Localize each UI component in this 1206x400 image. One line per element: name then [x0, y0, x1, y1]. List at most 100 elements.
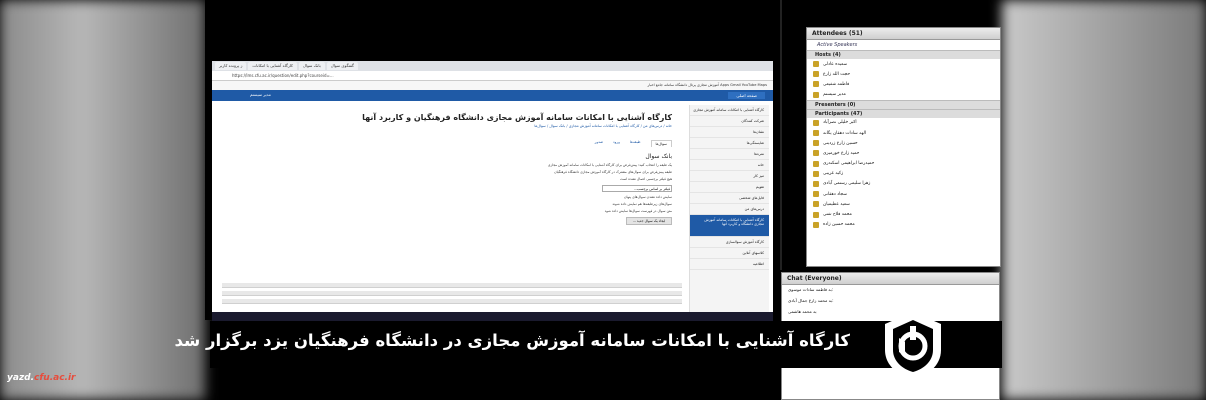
option-show-subcategories[interactable]: سوال‌های زیرطبقه‌ها هم نمایش داده شوند [220, 202, 672, 206]
user-icon [813, 140, 819, 147]
user-icon [813, 221, 819, 228]
user-icon [813, 201, 819, 208]
active-speakers-label: Active Speakers [817, 42, 858, 48]
tab-categories[interactable]: طبقه‌ها [630, 140, 641, 147]
section-title: بانک سوال [645, 153, 672, 160]
create-question-button[interactable]: ایجاد یک سوال جدید ... [626, 217, 672, 225]
address-bar[interactable]: https://lms.cfu.ac.ir/question/edit.php?… [212, 71, 773, 81]
browser-tab[interactable]: بانک سوال [298, 62, 325, 70]
user-icon [813, 180, 819, 187]
presenters-group-header[interactable]: Presenters (0) [807, 99, 1000, 109]
user-icon [813, 211, 819, 218]
user-menu[interactable]: مدیر سیستم [250, 92, 271, 97]
user-icon [813, 150, 819, 157]
sidebar-item[interactable]: کارگاه آشنایی با امکانات سامانه آموزش مج… [690, 105, 769, 116]
site-url-prefix: yazd. [7, 373, 35, 383]
question-bank-tabs: سوال‌ها طبقه‌ها ورود صدور [220, 140, 672, 147]
attendees-count: (51) [848, 30, 863, 37]
sidebar-item[interactable]: خانه [690, 160, 769, 171]
home-link[interactable]: صفحه اصلی [728, 92, 765, 99]
blurred-right-background [1002, 0, 1206, 400]
tab-export[interactable]: صدور [595, 140, 603, 147]
category-description: طبقه پیش‌فرض برای سوال‌های مشترک در کارگ… [554, 170, 672, 174]
sidebar-item[interactable]: شایستگی‌ها [690, 138, 769, 149]
user-icon [813, 191, 819, 198]
tab-import[interactable]: ورود [613, 140, 620, 147]
attendee-row[interactable]: زهرا سلیمی رستمی آبادی [807, 179, 1000, 189]
attendees-pod: Attendees (51) Active Speakers Hosts (4)… [806, 27, 1001, 267]
site-url-domain: cfu.ac.ir [34, 373, 76, 383]
sidebar-item-active-course[interactable]: کارگاه آشنایی با امکانات سامانه آموزش مج… [690, 215, 769, 237]
browser-tab[interactable]: گفتگوی سوال [326, 62, 358, 70]
chat-scope: (Everyone) [804, 275, 842, 282]
sidebar-item[interactable]: کارگاه آموزش سوالسازی [690, 237, 769, 248]
sidebar-item[interactable]: اطلاعیه [690, 259, 769, 270]
attendee-row[interactable]: حمیدرضا ابراهیمی اسکندری [807, 159, 1000, 169]
chat-message: به محمد زارع جمال آبادی: [788, 298, 834, 303]
bookmarks-bar: Apps Gmail YouTube Maps آموزش مجازی پرتا… [212, 81, 773, 90]
user-icon [813, 170, 819, 177]
sidebar-item[interactable]: شرکت کنندگان [690, 116, 769, 127]
attendee-row[interactable]: حمید زارع خورمیزی [807, 148, 1000, 158]
user-icon [813, 81, 819, 88]
attendee-name: حجت الله زارع [823, 71, 851, 77]
option-show-question-text[interactable]: متن سوال در فهرست سوال‌ها نمایش داده شود [220, 209, 672, 213]
option-hide-hidden[interactable]: نمایش داده نشدن سوال‌های پنهان [220, 195, 672, 199]
tab-questions[interactable]: سوال‌ها [650, 140, 672, 147]
attendee-row[interactable]: زکیه غریبی [807, 169, 1000, 179]
attendee-row[interactable]: مدیر سیستم [807, 90, 1000, 100]
category-filter-line[interactable]: یک طبقه را انتخاب کنید: پیش‌فرض برای کار… [220, 163, 672, 167]
attendee-name: حمید زارع خورمیزی [823, 150, 860, 156]
sidebar-item[interactable]: نشان‌ها [690, 127, 769, 138]
sidebar-item[interactable]: کلاسهای آنلاین [690, 248, 769, 259]
attendee-row[interactable]: حسین زارع زردینی [807, 138, 1000, 148]
sidebar-item[interactable]: درس‌های من [690, 204, 769, 215]
tag-filter-select[interactable]: فیلتر بر اساس برچسب... [602, 185, 672, 192]
attendee-name: زکیه غریبی [823, 171, 844, 177]
panel-divider [780, 0, 782, 270]
question-row[interactable] [222, 299, 682, 304]
question-row[interactable] [222, 291, 682, 296]
attendee-name: محمد حسین زاده [823, 222, 855, 228]
breadcrumb[interactable]: خانه / درس‌های من / کارگاه آشنایی با امک… [220, 124, 672, 128]
user-icon [813, 130, 819, 137]
sidebar-item[interactable]: میز کار [690, 171, 769, 182]
hosts-group-header[interactable]: Hosts (4) [807, 50, 1000, 59]
sidebar-item[interactable]: نمره‌ها [690, 149, 769, 160]
attendee-name: مدیر سیستم [823, 92, 846, 98]
attendee-row[interactable]: محمد فلاح تفتی [807, 209, 1000, 219]
attendee-row[interactable]: اکبر خلیلی نصرآباد [807, 118, 1000, 128]
sidebar-item[interactable]: تقویم [690, 182, 769, 193]
browser-tab[interactable]: ز پرونده کاربر [215, 62, 247, 70]
attendee-row[interactable]: سجاد دهقانی [807, 189, 1000, 199]
chat-header: Chat (Everyone) [782, 273, 999, 285]
browser-tab[interactable]: کارگاه آشنایی با امکانات [248, 62, 297, 70]
chat-message: به فاطمه سادات موسوی: [788, 287, 834, 292]
course-title: کارگاه آشنایی با امکانات سامانه آموزش مج… [362, 113, 672, 122]
attendee-name: فاطمه شفیعی [823, 81, 850, 87]
lms-navbar: صفحه اصلی مدیر سیستم [212, 90, 773, 101]
user-icon [813, 71, 819, 78]
sidebar-item[interactable]: فایل‌های شخصی [690, 193, 769, 204]
user-icon [813, 160, 819, 167]
tag-filter-status: هیچ فیلتر برچسبی اعمال نشده است [620, 177, 672, 181]
attendee-row[interactable]: محمد حسین زاده [807, 220, 1000, 230]
attendee-row[interactable]: سعیده عادلی [807, 59, 1000, 69]
site-url[interactable]: yazd.cfu.ac.ir [7, 373, 75, 383]
attendee-name: الهه سادات دهقان یگانه [823, 130, 867, 136]
participants-group-header[interactable]: Participants (47) [807, 108, 1000, 118]
user-icon [813, 61, 819, 68]
attendee-name: سجاد دهقانی [823, 191, 847, 197]
attendee-row[interactable]: الهه سادات دهقان یگانه [807, 128, 1000, 138]
chat-title: Chat [787, 275, 803, 282]
attendees-header: Attendees (51) [807, 28, 1000, 40]
browser-tabbar: ز پرونده کاربر کارگاه آشنایی با امکانات … [212, 61, 773, 71]
question-row[interactable] [222, 283, 682, 288]
attendee-name: سعید عظیمیان [823, 201, 850, 207]
attendee-name: حسین زارع زردینی [823, 140, 858, 146]
university-logo-icon [885, 312, 941, 380]
attendee-row[interactable]: سعید عظیمیان [807, 199, 1000, 209]
attendee-row[interactable]: فاطمه شفیعی [807, 79, 1000, 89]
attendee-row[interactable]: حجت الله زارع [807, 69, 1000, 79]
attendee-name: زهرا سلیمی رستمی آبادی [823, 181, 871, 187]
